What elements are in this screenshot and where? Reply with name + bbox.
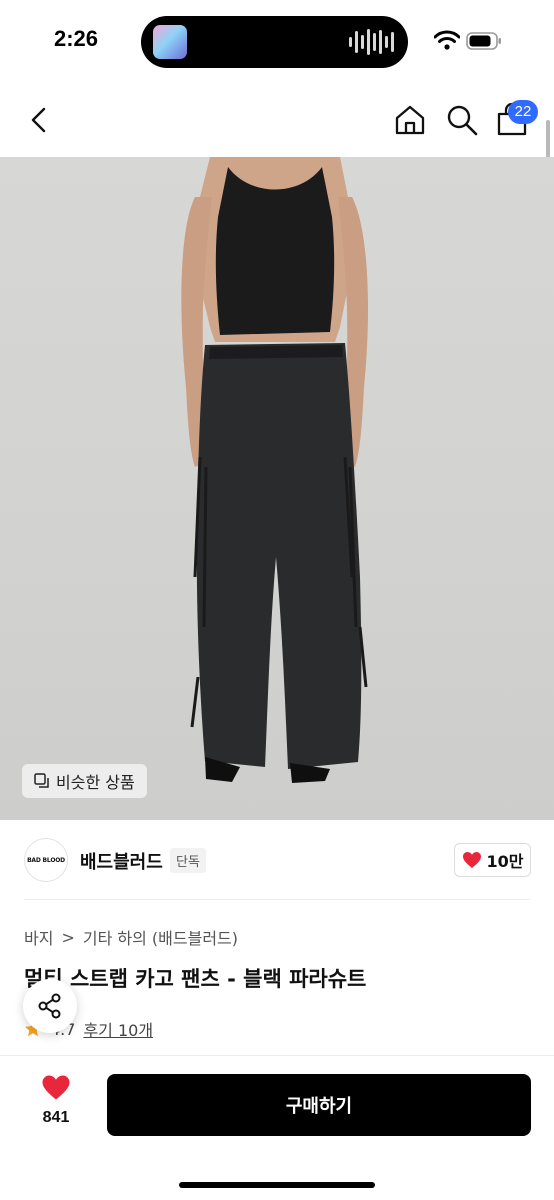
review-link[interactable]: 후기 10개 — [83, 1017, 153, 1041]
similar-products-button[interactable]: 비슷한 상품 — [22, 764, 147, 798]
share-button[interactable] — [23, 979, 77, 1033]
product-image[interactable]: 비슷한 상품 — [0, 157, 554, 820]
breadcrumb: 바지 > 기타 하의 (배드블러드) — [24, 925, 238, 949]
back-icon[interactable] — [24, 104, 56, 136]
brand-like-button[interactable]: 10만 — [454, 843, 531, 877]
breadcrumb-subcategory[interactable]: 기타 하의 (배드블러드) — [83, 925, 238, 949]
share-icon — [38, 993, 61, 1019]
nav-bar: 22 — [0, 84, 554, 157]
heart-icon — [462, 852, 481, 868]
brand-name[interactable]: 배드블러드 — [80, 848, 163, 874]
audio-wave-icon — [349, 28, 394, 56]
status-bar: 2:26 — [0, 0, 554, 84]
brand-logo-text: BAD BLOOD — [27, 856, 65, 864]
heart-icon — [42, 1075, 70, 1100]
brand-like-count: 10만 — [486, 852, 524, 871]
bottom-action-bar: 841 구매하기 — [0, 1055, 554, 1200]
cart-count-badge: 22 — [508, 100, 538, 124]
copy-icon — [34, 773, 49, 788]
wishlist-button[interactable]: 841 — [28, 1074, 84, 1144]
status-time: 2:26 — [54, 26, 99, 51]
wishlist-count: 841 — [42, 1109, 70, 1126]
product-photo — [181, 157, 368, 783]
dynamic-island[interactable] — [141, 16, 408, 68]
divider — [24, 899, 530, 900]
breadcrumb-category[interactable]: 바지 — [24, 925, 53, 949]
home-indicator[interactable] — [179, 1182, 375, 1188]
now-playing-artwork — [153, 25, 187, 59]
product-title: 멀티 스트랩 카고 팬츠 - 블랙 파라슈트 — [24, 967, 367, 991]
battery-icon — [466, 32, 501, 50]
buy-button[interactable]: 구매하기 — [107, 1074, 531, 1136]
brand-logo[interactable]: BAD BLOOD — [24, 838, 68, 882]
home-icon[interactable] — [392, 102, 428, 138]
similar-products-label: 비슷한 상품 — [56, 773, 135, 792]
wifi-icon — [434, 30, 460, 50]
exclusive-badge: 단독 — [170, 848, 206, 873]
brand-row: BAD BLOOD 배드블러드 단독 10만 — [0, 836, 554, 884]
breadcrumb-separator: > — [61, 927, 75, 947]
search-icon[interactable] — [444, 102, 480, 138]
